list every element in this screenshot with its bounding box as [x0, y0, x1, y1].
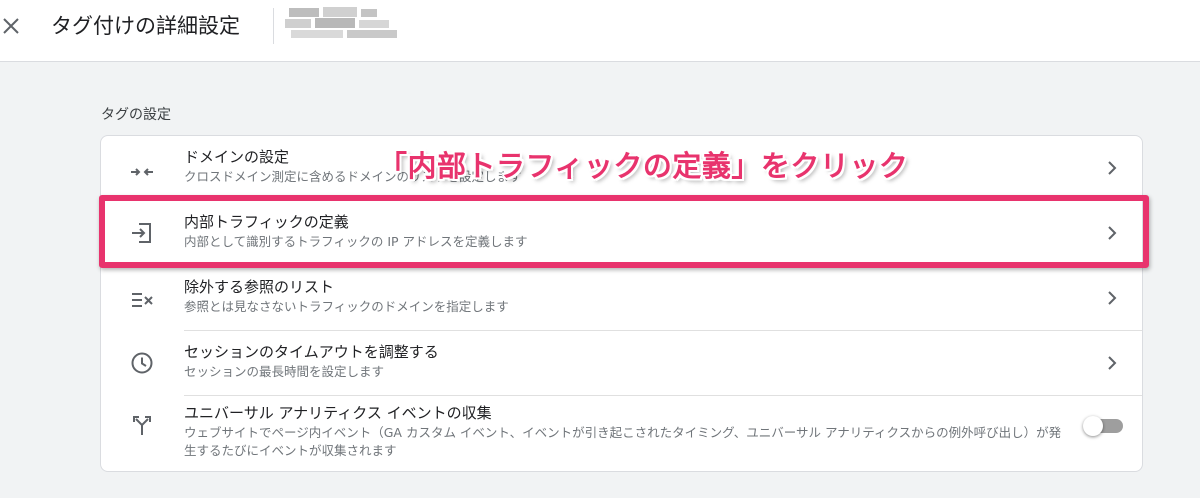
toggle-knob [1083, 416, 1103, 436]
tag-settings-card: ドメインの設定 クロスドメイン測定に含めるドメインのリストを設定します 内部トラ… [100, 135, 1143, 472]
merge-arrows-icon [129, 156, 155, 182]
clock-icon [129, 350, 155, 376]
page-title: タグ付けの詳細設定 [51, 14, 240, 38]
top-bar: タグ付けの詳細設定 [0, 0, 1200, 62]
header-divider [273, 8, 274, 44]
row-title: ユニバーサル アナリティクス イベントの収集 [184, 404, 492, 422]
ua-event-collection-toggle[interactable] [1083, 416, 1125, 436]
section-title: タグの設定 [101, 107, 171, 123]
row-description: ウェブサイトでページ内イベント（GA カスタム イベント、イベントが引き起こされ… [184, 425, 1062, 458]
row-description: 参照とは見なさないトラフィックのドメインを指定します [184, 299, 509, 314]
chevron-right-icon [1104, 225, 1120, 241]
row-title: 内部トラフィックの定義 [184, 213, 349, 231]
fork-arrows-icon [129, 412, 155, 438]
annotation-callout: 「内部トラフィックの定義」をクリック [378, 149, 909, 183]
row-title: セッションのタイムアウトを調整する [184, 343, 439, 361]
row-description: セッションの最長時間を設定します [184, 364, 385, 379]
chevron-right-icon [1104, 355, 1120, 371]
row-session-timeout[interactable]: セッションのタイムアウトを調整する セッションの最長時間を設定します [101, 331, 1142, 395]
input-arrow-icon [129, 220, 155, 246]
chevron-right-icon [1104, 290, 1120, 306]
close-icon [3, 18, 19, 34]
row-referral-exclusion[interactable]: 除外する参照のリスト 参照とは見なさないトラフィックのドメインを指定します [101, 266, 1142, 330]
close-button[interactable] [0, 12, 22, 40]
row-description: 内部として識別するトラフィックの IP アドレスを定義します [184, 234, 528, 249]
exclude-list-icon [129, 285, 155, 311]
row-ua-event-collection: ユニバーサル アナリティクス イベントの収集 ウェブサイトでページ内イベント（G… [101, 396, 1142, 472]
chevron-right-icon [1104, 160, 1120, 176]
blurred-property-name [285, 6, 405, 40]
row-internal-traffic[interactable]: 内部トラフィックの定義 内部として識別するトラフィックの IP アドレスを定義し… [101, 201, 1142, 265]
row-title: 除外する参照のリスト [184, 278, 335, 296]
